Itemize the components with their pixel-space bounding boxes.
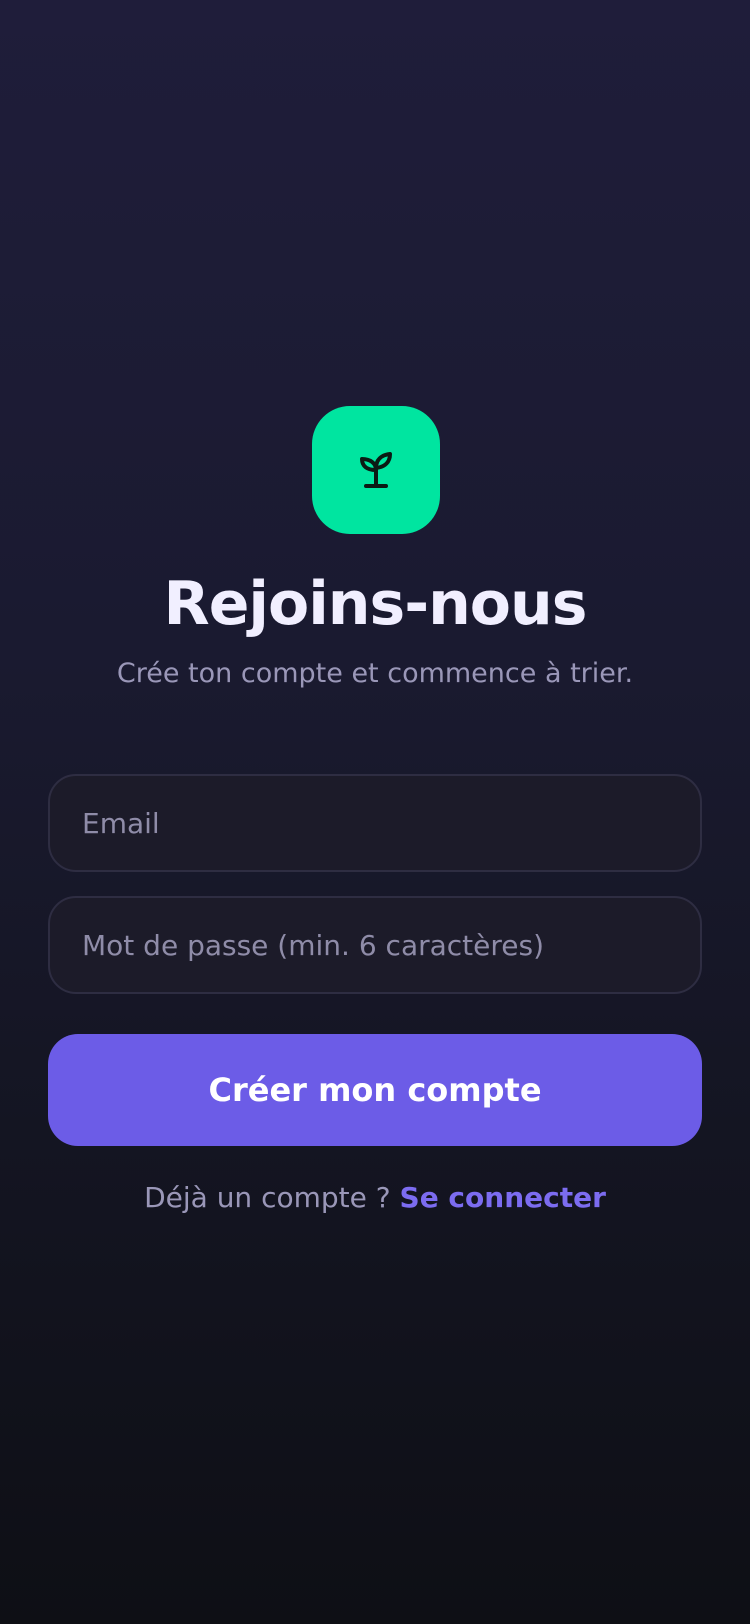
- password-field[interactable]: [48, 896, 702, 994]
- signup-screen: Rejoins-nous Crée ton compte et commence…: [0, 0, 750, 1624]
- login-link[interactable]: Se connecter: [400, 1181, 606, 1214]
- login-prompt: Déjà un compte ? Se connecter: [0, 1178, 750, 1218]
- app-logo: [312, 406, 440, 534]
- login-prompt-text: Déjà un compte ?: [144, 1181, 391, 1214]
- create-account-button[interactable]: Créer mon compte: [48, 1034, 702, 1146]
- sprout-icon: [352, 446, 400, 494]
- email-field[interactable]: [48, 774, 702, 872]
- page-title: Rejoins-nous: [163, 569, 588, 639]
- page-subtitle: Crée ton compte et commence à trier.: [116, 658, 634, 689]
